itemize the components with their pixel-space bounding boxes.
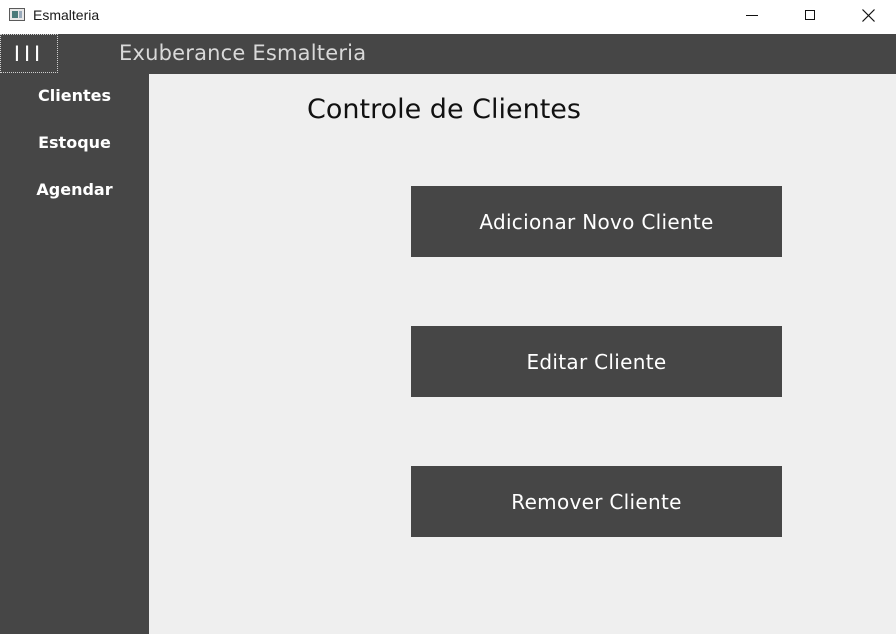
maximize-icon — [805, 10, 815, 20]
app-header: III Exuberance Esmalteria — [0, 34, 896, 74]
add-client-button[interactable]: Adicionar Novo Cliente — [411, 186, 782, 257]
sidebar: Clientes Estoque Agendar — [0, 74, 149, 634]
sidebar-item-agendar[interactable]: Agendar — [0, 169, 149, 209]
app-icon — [9, 8, 25, 21]
page-title: Controle de Clientes — [307, 94, 581, 125]
app-title: Exuberance Esmalteria — [119, 41, 367, 65]
window-title: Esmalteria — [33, 7, 100, 23]
main-content: Controle de Clientes Adicionar Novo Clie… — [149, 74, 896, 634]
remove-client-button[interactable]: Remover Cliente — [411, 466, 782, 537]
minimize-icon — [746, 14, 758, 16]
title-bar: Esmalteria — [0, 0, 896, 34]
app-window: Esmalteria III Exuberance Esmalteria Cli… — [0, 0, 896, 634]
close-button[interactable] — [839, 0, 896, 30]
minimize-button[interactable] — [723, 0, 781, 30]
maximize-button[interactable] — [781, 0, 839, 30]
sidebar-item-estoque[interactable]: Estoque — [0, 122, 149, 162]
close-icon — [861, 8, 875, 22]
menu-toggle-button[interactable]: III — [0, 34, 58, 73]
edit-client-button[interactable]: Editar Cliente — [411, 326, 782, 397]
